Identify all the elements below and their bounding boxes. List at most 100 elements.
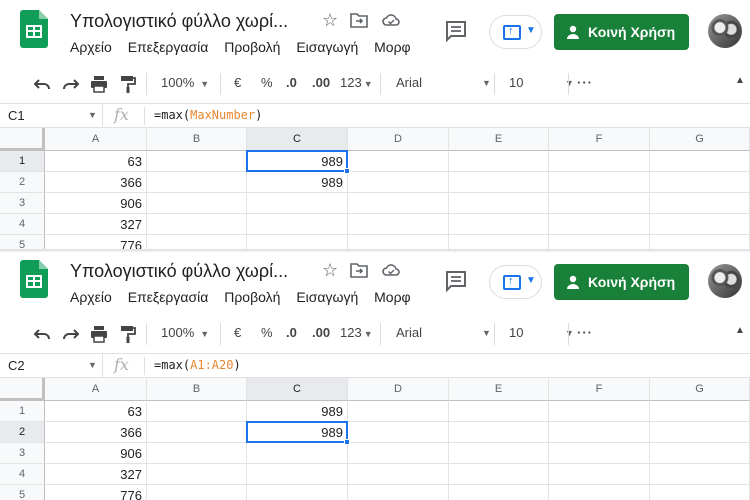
menu-edit[interactable]: Επεξεργασία: [128, 289, 209, 305]
decrease-decimal-button[interactable]: .0: [286, 325, 297, 340]
collapse-toolbar-icon[interactable]: ▲: [735, 75, 745, 86]
row-header-3[interactable]: 3: [0, 193, 45, 214]
cell-e3[interactable]: [449, 193, 549, 214]
menu-file[interactable]: Αρχείο: [70, 39, 112, 55]
undo-icon[interactable]: [33, 325, 51, 343]
row-header-5[interactable]: 5: [0, 235, 45, 250]
cell-c1[interactable]: 989: [247, 401, 348, 422]
cell-g3[interactable]: [650, 443, 750, 464]
cell-f5[interactable]: [549, 485, 650, 500]
cell-d2[interactable]: [348, 422, 449, 443]
row-header-3[interactable]: 3: [0, 443, 45, 464]
column-header-a[interactable]: A: [45, 128, 147, 151]
cell-e2[interactable]: [449, 422, 549, 443]
menu-format[interactable]: Μορφ: [374, 289, 410, 305]
cell-g3[interactable]: [650, 193, 750, 214]
increase-decimal-button[interactable]: .00: [312, 325, 330, 340]
cell-a2[interactable]: 366: [45, 172, 147, 193]
print-icon[interactable]: [90, 75, 108, 93]
cell-a3[interactable]: 906: [45, 443, 147, 464]
cell-c4[interactable]: [247, 464, 348, 485]
more-options-button[interactable]: ···: [577, 75, 593, 90]
cell-b4[interactable]: [147, 214, 247, 235]
column-header-a[interactable]: A: [45, 378, 147, 401]
formula-input[interactable]: =max(A1:A20): [154, 358, 241, 372]
row-header-4[interactable]: 4: [0, 214, 45, 235]
cell-g4[interactable]: [650, 214, 750, 235]
undo-icon[interactable]: [33, 75, 51, 93]
percent-format-button[interactable]: %: [261, 325, 273, 340]
move-to-folder-icon[interactable]: [350, 261, 368, 279]
cell-b2[interactable]: [147, 172, 247, 193]
redo-icon[interactable]: [62, 325, 80, 343]
cell-b3[interactable]: [147, 193, 247, 214]
cell-g5[interactable]: [650, 235, 750, 250]
column-header-d[interactable]: D: [348, 378, 449, 401]
cell-a5[interactable]: 776: [45, 485, 147, 500]
row-header-5[interactable]: 5: [0, 485, 45, 500]
font-size-select[interactable]: 10 ▼: [509, 325, 574, 340]
cell-c2[interactable]: 989: [247, 172, 348, 193]
cell-c5[interactable]: [247, 235, 348, 250]
font-size-select[interactable]: 10 ▼: [509, 75, 574, 90]
row-header-1[interactable]: 1: [0, 151, 45, 172]
cell-f3[interactable]: [549, 443, 650, 464]
cell-b3[interactable]: [147, 443, 247, 464]
column-header-c[interactable]: C: [247, 128, 348, 151]
select-all-corner[interactable]: [0, 128, 45, 151]
column-header-b[interactable]: B: [147, 378, 247, 401]
cell-e1[interactable]: [449, 151, 549, 172]
zoom-select[interactable]: 100% ▼: [161, 75, 209, 90]
column-header-e[interactable]: E: [449, 128, 549, 151]
cell-f2[interactable]: [549, 422, 650, 443]
cell-f3[interactable]: [549, 193, 650, 214]
row-header-1[interactable]: 1: [0, 401, 45, 422]
cloud-saved-icon[interactable]: [382, 262, 400, 278]
cell-b4[interactable]: [147, 464, 247, 485]
cell-d1[interactable]: [348, 401, 449, 422]
cell-g2[interactable]: [650, 422, 750, 443]
cell-d3[interactable]: [348, 193, 449, 214]
row-header-4[interactable]: 4: [0, 464, 45, 485]
cell-c3[interactable]: [247, 193, 348, 214]
cell-d5[interactable]: [348, 485, 449, 500]
cell-e2[interactable]: [449, 172, 549, 193]
collapse-toolbar-icon[interactable]: ▲: [735, 325, 745, 336]
cell-g5[interactable]: [650, 485, 750, 500]
column-header-b[interactable]: B: [147, 128, 247, 151]
cell-b2[interactable]: [147, 422, 247, 443]
menu-view[interactable]: Προβολή: [224, 289, 280, 305]
star-icon[interactable]: ☆: [322, 260, 338, 281]
more-formats-button[interactable]: 123 ▼: [340, 75, 373, 90]
share-button[interactable]: Κοινή Χρήση: [554, 14, 689, 50]
print-icon[interactable]: [90, 325, 108, 343]
fill-handle[interactable]: [344, 168, 350, 174]
redo-icon[interactable]: [62, 75, 80, 93]
sheets-logo-icon[interactable]: [20, 260, 48, 298]
cell-b5[interactable]: [147, 235, 247, 250]
cell-a5[interactable]: 776: [45, 235, 147, 250]
more-options-button[interactable]: ···: [577, 325, 593, 340]
cell-e3[interactable]: [449, 443, 549, 464]
font-select[interactable]: Arial ▼: [396, 325, 491, 340]
cell-g1[interactable]: [650, 151, 750, 172]
cloud-saved-icon[interactable]: [382, 12, 400, 28]
cell-a3[interactable]: 906: [45, 193, 147, 214]
column-header-g[interactable]: G: [650, 378, 750, 401]
cell-b1[interactable]: [147, 401, 247, 422]
cell-d4[interactable]: [348, 214, 449, 235]
column-header-d[interactable]: D: [348, 128, 449, 151]
column-header-g[interactable]: G: [650, 128, 750, 151]
zoom-select[interactable]: 100% ▼: [161, 325, 209, 340]
active-cell-selection[interactable]: [246, 150, 350, 174]
column-header-c[interactable]: C: [247, 378, 348, 401]
move-to-folder-icon[interactable]: [350, 11, 368, 29]
cell-a4[interactable]: 327: [45, 214, 147, 235]
paint-format-icon[interactable]: [119, 325, 137, 343]
menu-insert[interactable]: Εισαγωγή: [296, 39, 358, 55]
cell-a2[interactable]: 366: [45, 422, 147, 443]
cell-f5[interactable]: [549, 235, 650, 250]
cell-e5[interactable]: [449, 485, 549, 500]
paint-format-icon[interactable]: [119, 75, 137, 93]
cell-a4[interactable]: 327: [45, 464, 147, 485]
